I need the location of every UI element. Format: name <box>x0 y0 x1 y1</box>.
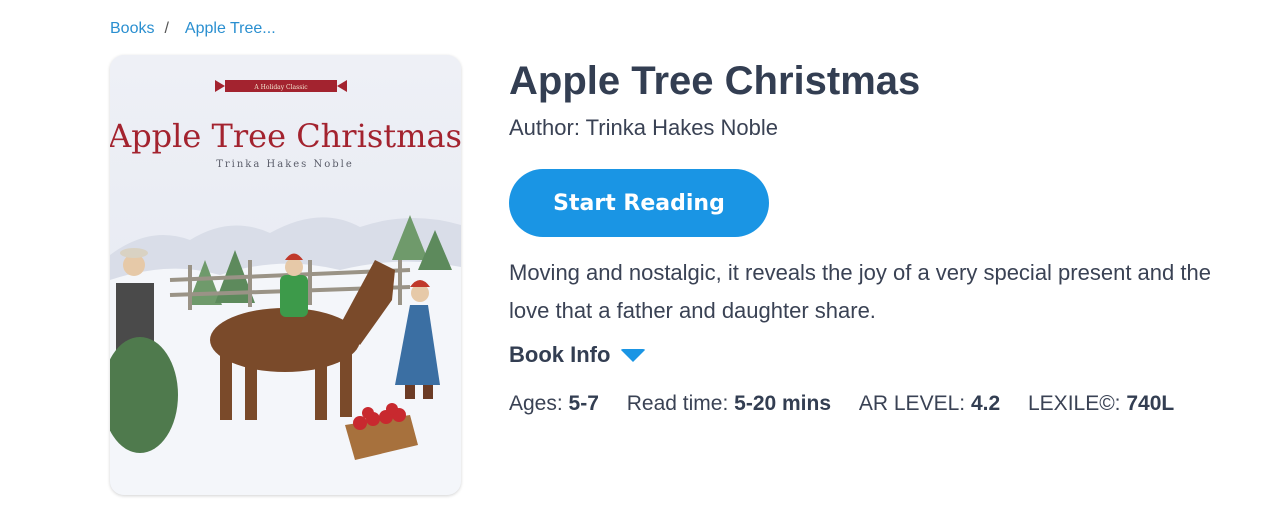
author-label: Author: <box>509 115 580 140</box>
read-time-meta: Read time: 5-20 mins <box>627 392 837 415</box>
book-author: Author: Trinka Hakes Noble <box>509 115 1239 141</box>
ar-level-meta: AR LEVEL: 4.2 <box>859 392 1006 415</box>
lexile-meta: LEXILE©: 740L <box>1028 392 1174 415</box>
read-time-value: 5-20 mins <box>734 392 832 415</box>
book-info-panel: Apple Tree Christmas Author: Trinka Hake… <box>509 56 1239 415</box>
cover-author-text: Trinka Hakes Noble <box>216 159 354 170</box>
breadcrumb-separator: / <box>164 20 169 37</box>
book-title: Apple Tree Christmas <box>509 59 921 103</box>
author-name: Trinka Hakes Noble <box>585 115 779 140</box>
book-description: Moving and nostalgic, it reveals the joy… <box>509 260 1211 323</box>
cover-title-text: Apple Tree Christmas <box>110 117 461 155</box>
ages-meta: Ages: 5-7 <box>509 392 605 415</box>
lexile-value: 740L <box>1126 392 1175 415</box>
ages-value: 5-7 <box>568 392 599 415</box>
lexile-label: LEXILE©: <box>1028 392 1121 415</box>
ar-level-value: 4.2 <box>970 392 1001 415</box>
book-cover[interactable]: A Holiday Classic Apple Tree Christmas T… <box>110 55 461 495</box>
breadcrumb-current-link[interactable]: Apple Tree... <box>185 20 276 38</box>
start-reading-button[interactable]: Start Reading <box>509 169 769 237</box>
breadcrumb-books-link[interactable]: Books <box>110 20 154 38</box>
cover-banner-text: A Holiday Classic <box>253 84 308 91</box>
book-info-toggle[interactable]: Book Info <box>509 342 647 368</box>
ar-level-label: AR LEVEL: <box>858 392 966 415</box>
book-info-label: Book Info <box>509 342 611 367</box>
caret-down-icon <box>620 348 647 362</box>
ages-label: Ages: <box>509 392 563 415</box>
breadcrumb: Books / Apple Tree... <box>110 20 276 38</box>
read-time-label: Read time: <box>626 392 729 415</box>
book-meta: Ages: 5-7 Read time: 5-20 mins AR LEVEL:… <box>509 392 1196 416</box>
